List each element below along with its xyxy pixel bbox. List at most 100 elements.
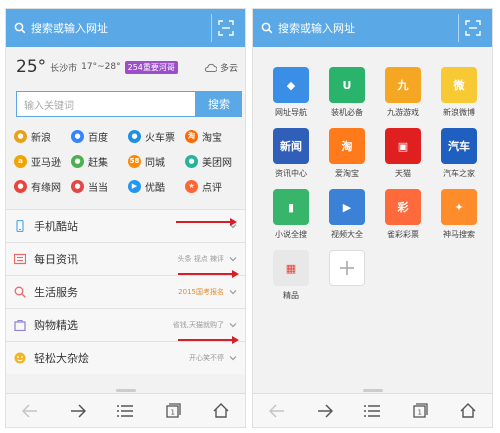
scan-button[interactable] bbox=[211, 14, 239, 42]
menu-button[interactable] bbox=[110, 396, 140, 426]
app-shortcut[interactable]: ✦ 神马搜索 bbox=[431, 189, 487, 240]
app-label: 神马搜索 bbox=[443, 230, 475, 239]
keyword-search-button[interactable]: 搜索 bbox=[196, 91, 242, 117]
red-arrow-annotation bbox=[178, 270, 239, 278]
app-label: 爱淘宝 bbox=[335, 169, 359, 178]
quick-site-link[interactable]: ● 火车票 bbox=[128, 127, 185, 145]
book-icon: ▮ bbox=[273, 189, 309, 225]
category-label: 手机酷站 bbox=[34, 220, 78, 233]
menu-button[interactable] bbox=[357, 396, 387, 426]
app-shortcut[interactable]: ▶ 视频大全 bbox=[319, 189, 375, 240]
home-icon bbox=[460, 403, 476, 418]
tongcheng-icon: 58 bbox=[128, 154, 141, 168]
notice-badge[interactable]: 254重要河哥 bbox=[124, 60, 178, 74]
quick-site-link[interactable]: ● 百度 bbox=[71, 127, 128, 145]
red-arrow-annotation bbox=[178, 336, 239, 344]
shenma-icon: ✦ bbox=[441, 189, 477, 225]
scan-icon bbox=[217, 20, 234, 36]
forward-icon bbox=[70, 403, 86, 418]
baidu-icon: ● bbox=[71, 129, 84, 143]
app-shortcut[interactable]: 彩雀彩彩票 bbox=[375, 189, 431, 240]
address-input[interactable]: 搜索或输入网址 bbox=[261, 15, 458, 41]
quick-site-link[interactable]: 淘淘宝 bbox=[185, 127, 242, 145]
back-button[interactable] bbox=[262, 396, 292, 426]
category-hint: 头条 视点 辣评 bbox=[177, 255, 224, 263]
tmall-icon: ▣ bbox=[385, 128, 421, 164]
bottom-toolbar: 1 bbox=[6, 393, 245, 427]
tabs-icon: 1 bbox=[413, 403, 428, 418]
app-shortcut[interactable]: ▦ 精品 bbox=[263, 250, 319, 301]
forward-button[interactable] bbox=[310, 396, 340, 426]
shopping-icon bbox=[14, 320, 26, 331]
app-shortcut[interactable]: 九九游游戏 bbox=[375, 67, 431, 118]
search-icon bbox=[14, 22, 26, 34]
search-service-icon bbox=[14, 286, 26, 298]
quick-site-label: 淘宝 bbox=[202, 132, 222, 144]
back-button[interactable] bbox=[15, 396, 45, 426]
phone-icon bbox=[16, 220, 24, 232]
ai-taobao-icon: 淘 bbox=[329, 128, 365, 164]
app-shortcut[interactable]: 新闻 资讯中心 bbox=[263, 128, 319, 179]
browser-apps-screen: 搜索或输入网址 ◆ 网址导航 U 装机必备九九游游戏微新浪微博新闻 资讯中心淘爱淘宝 ▣ 天… bbox=[252, 8, 493, 428]
scan-button[interactable] bbox=[458, 14, 486, 42]
quick-site-link[interactable]: ● 赶集 bbox=[71, 152, 128, 170]
app-shortcut[interactable]: U 装机必备 bbox=[319, 67, 375, 118]
sina-icon: ● bbox=[14, 129, 27, 143]
app-shortcut[interactable]: ▮ 小说全搜 bbox=[263, 189, 319, 240]
category-row[interactable]: 轻松大杂烩 开心笑不停 bbox=[6, 341, 245, 374]
quick-site-label: 点评 bbox=[202, 182, 222, 194]
menu-icon bbox=[117, 404, 134, 417]
quick-site-link[interactable]: ▶ 优酷 bbox=[128, 177, 185, 195]
lottery-icon: 彩 bbox=[385, 189, 421, 225]
news-icon bbox=[14, 253, 26, 265]
dianping-icon: ★ bbox=[185, 179, 198, 193]
category-hint: 2015国考报名 bbox=[178, 288, 224, 296]
app-shortcut[interactable]: 微新浪微博 bbox=[431, 67, 487, 118]
menu-icon bbox=[364, 404, 381, 417]
taobao-icon: 淘 bbox=[185, 129, 198, 143]
category-label: 每日资讯 bbox=[34, 253, 78, 266]
keyword-input[interactable]: 输入关键词 bbox=[16, 91, 196, 117]
weather-bar[interactable]: 25° 长沙市 17°~28° 254重要河哥 多云 bbox=[16, 54, 238, 80]
quick-site-label: 百度 bbox=[88, 132, 108, 144]
add-shortcut-button[interactable] bbox=[319, 250, 375, 301]
page-handle bbox=[363, 389, 383, 392]
app-label: 天猫 bbox=[395, 169, 411, 178]
quick-site-link[interactable]: a 亚马逊 bbox=[14, 152, 71, 170]
category-hint: 省钱,天猫就购了 bbox=[172, 321, 224, 329]
quick-site-link[interactable]: ★ 点评 bbox=[185, 177, 242, 195]
address-bar: 搜索或输入网址 bbox=[6, 9, 245, 47]
home-button[interactable] bbox=[453, 396, 483, 426]
meituan-icon: ● bbox=[185, 154, 198, 168]
quick-site-link[interactable]: ● 有缘网 bbox=[14, 177, 71, 195]
quick-site-label: 亚马逊 bbox=[31, 157, 61, 169]
app-label: 新浪微博 bbox=[443, 108, 475, 117]
quick-site-link[interactable]: 58 同城 bbox=[128, 152, 185, 170]
cloud-icon bbox=[204, 63, 217, 72]
browser-home-screen: 搜索或输入网址 25° 长沙市 17°~28° 254重要河哥 多云 输入关键词… bbox=[5, 8, 246, 428]
bottom-toolbar: 1 bbox=[253, 393, 492, 427]
quick-site-link[interactable]: ● 当当 bbox=[71, 177, 128, 195]
home-button[interactable] bbox=[206, 396, 236, 426]
tabs-button[interactable]: 1 bbox=[158, 396, 188, 426]
quick-site-label: 当当 bbox=[88, 182, 108, 194]
category-label: 购物精选 bbox=[34, 319, 78, 332]
app-shortcut[interactable]: ▣ 天猫 bbox=[375, 128, 431, 179]
home-icon bbox=[213, 403, 229, 418]
dangdang-icon: ● bbox=[71, 179, 84, 193]
app-label: 视频大全 bbox=[331, 230, 363, 239]
app-shortcut[interactable]: 淘爱淘宝 bbox=[319, 128, 375, 179]
forward-icon bbox=[317, 403, 333, 418]
quick-site-label: 赶集 bbox=[88, 157, 108, 169]
forward-button[interactable] bbox=[63, 396, 93, 426]
store-bag-icon: U bbox=[329, 67, 365, 103]
app-shortcut[interactable]: 汽车 汽车之家 bbox=[431, 128, 487, 179]
scan-icon bbox=[464, 20, 481, 36]
quick-site-link[interactable]: ● 美团网 bbox=[185, 152, 242, 170]
category-row[interactable]: 生活服务 2015国考报名 bbox=[6, 275, 245, 308]
tabs-button[interactable]: 1 bbox=[405, 396, 435, 426]
nine-game-icon: 九 bbox=[385, 67, 421, 103]
address-input[interactable]: 搜索或输入网址 bbox=[14, 15, 211, 41]
app-shortcut[interactable]: ◆ 网址导航 bbox=[263, 67, 319, 118]
quick-site-link[interactable]: ● 新浪 bbox=[14, 127, 71, 145]
